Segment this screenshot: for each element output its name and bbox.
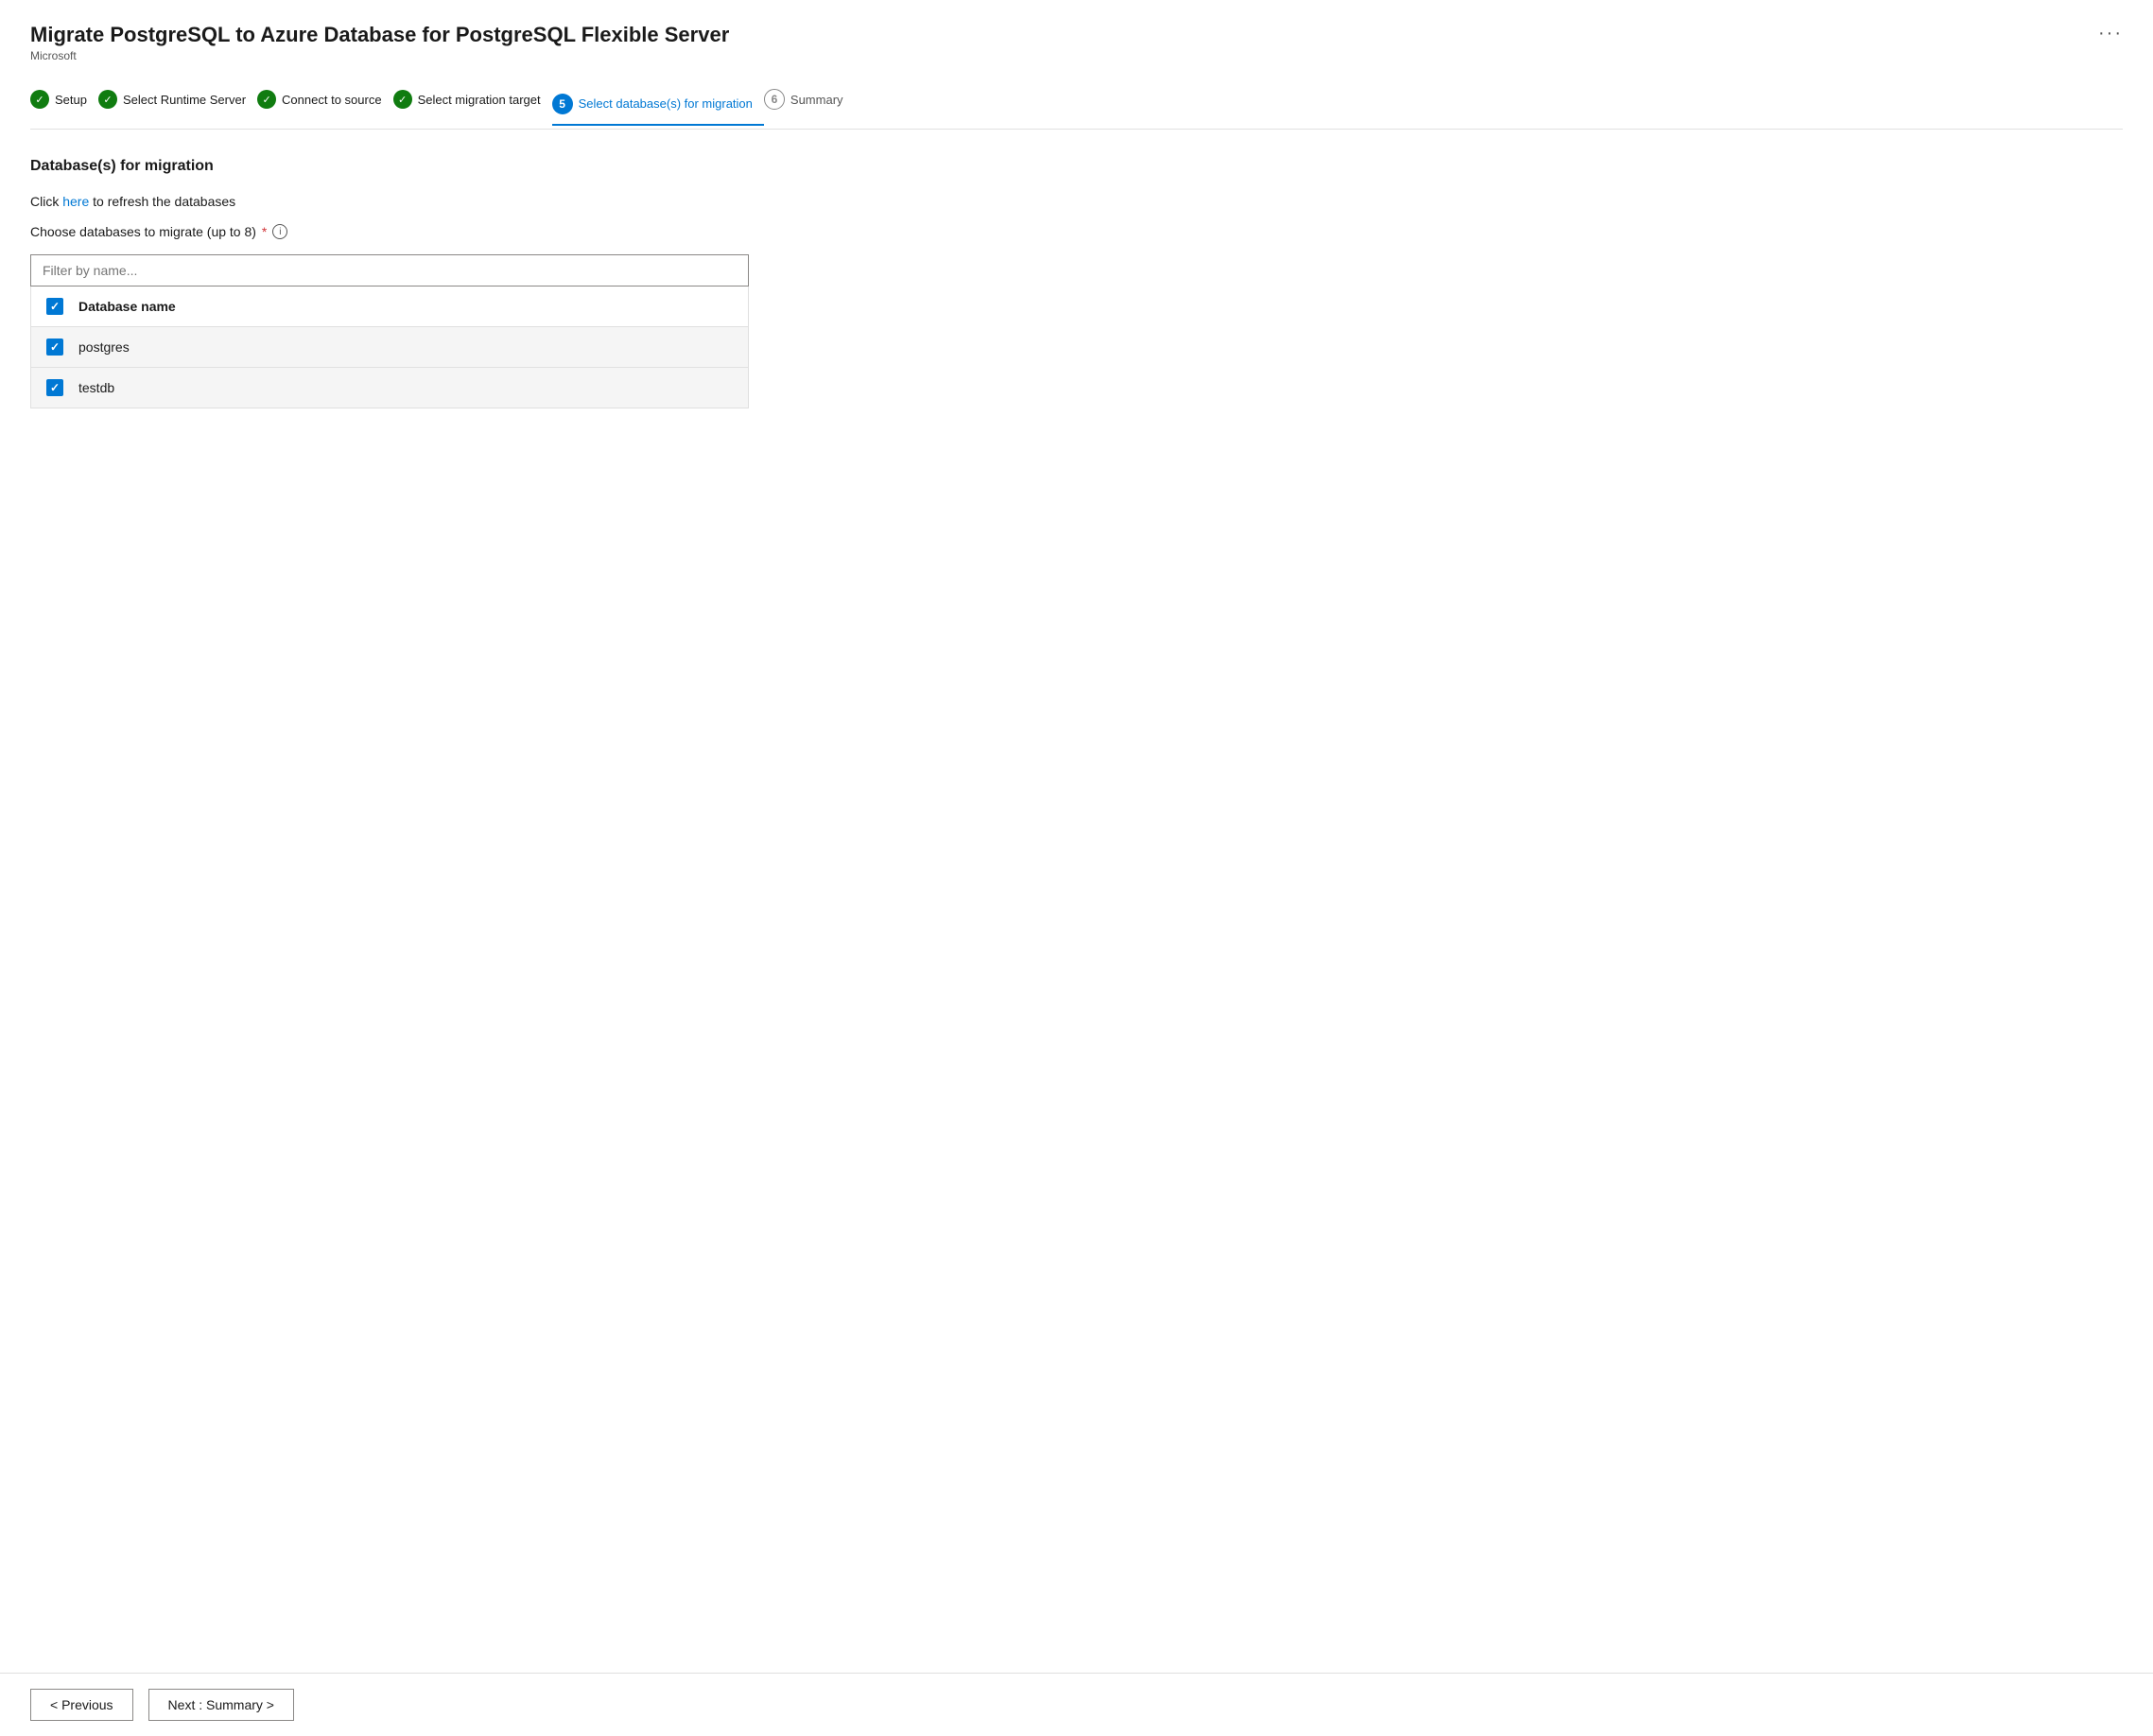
- step-setup-label: Setup: [55, 93, 87, 107]
- app-title: Migrate PostgreSQL to Azure Database for…: [30, 23, 729, 47]
- refresh-link[interactable]: here: [62, 194, 89, 209]
- step-select-databases[interactable]: 5 Select database(s) for migration: [552, 86, 764, 126]
- row-2-name: testdb: [78, 380, 114, 395]
- info-icon[interactable]: i: [272, 224, 287, 239]
- database-name-header: Database name: [78, 299, 176, 314]
- filter-input[interactable]: [30, 254, 749, 286]
- wizard-steps: ✓ Setup ✓ Select Runtime Server ✓ Connec…: [30, 81, 2123, 130]
- step-runtime-label: Select Runtime Server: [123, 93, 246, 107]
- step-select-runtime-server[interactable]: ✓ Select Runtime Server: [98, 82, 257, 116]
- step-connect-icon: ✓: [257, 90, 276, 109]
- section-title: Database(s) for migration: [30, 158, 2123, 175]
- app-subtitle: Microsoft: [30, 49, 729, 62]
- step-select-migration-target[interactable]: ✓ Select migration target: [393, 82, 552, 116]
- step-setup[interactable]: ✓ Setup: [30, 82, 98, 116]
- step-databases-label: Select database(s) for migration: [579, 96, 753, 111]
- step-connect-to-source[interactable]: ✓ Connect to source: [257, 82, 393, 116]
- row-2-checkbox[interactable]: [46, 379, 63, 396]
- footer: < Previous Next : Summary >: [0, 1673, 2153, 1736]
- table-row: postgres: [31, 327, 748, 368]
- more-options-button[interactable]: ···: [2098, 23, 2123, 44]
- row-1-name: postgres: [78, 339, 130, 355]
- choose-label-text: Choose databases to migrate (up to 8): [30, 224, 256, 239]
- choose-label: Choose databases to migrate (up to 8) * …: [30, 224, 2123, 239]
- select-all-checkbox[interactable]: [46, 298, 63, 315]
- table-header: Database name: [31, 286, 748, 327]
- table-row: testdb: [31, 368, 748, 408]
- step-summary-icon: 6: [764, 89, 785, 110]
- step-databases-icon: 5: [552, 94, 573, 114]
- previous-button[interactable]: < Previous: [30, 1689, 133, 1721]
- step-runtime-icon: ✓: [98, 90, 117, 109]
- refresh-text: Click here to refresh the databases: [30, 194, 2123, 209]
- step-target-icon: ✓: [393, 90, 412, 109]
- next-button[interactable]: Next : Summary >: [148, 1689, 294, 1721]
- step-summary-label: Summary: [790, 93, 843, 107]
- row-1-checkbox[interactable]: [46, 339, 63, 356]
- step-target-label: Select migration target: [418, 93, 541, 107]
- refresh-text-after: to refresh the databases: [89, 194, 235, 209]
- step-setup-icon: ✓: [30, 90, 49, 109]
- refresh-text-before: Click: [30, 194, 62, 209]
- step-summary[interactable]: 6 Summary: [764, 81, 855, 117]
- step-connect-label: Connect to source: [282, 93, 382, 107]
- required-star: *: [262, 224, 267, 239]
- database-table: Database name postgres testdb: [30, 286, 749, 408]
